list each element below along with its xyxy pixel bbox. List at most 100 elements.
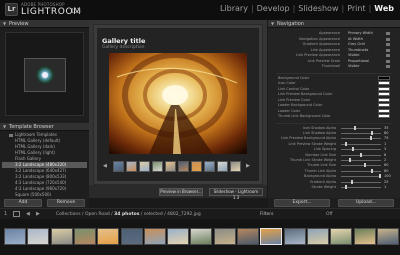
appearance-row[interactable]: Gradient Appearance Grey Grid: [270, 42, 398, 47]
filmstrip-thumbnail[interactable]: [4, 228, 26, 245]
filmstrip-thumbnail[interactable]: [260, 228, 283, 245]
previous-arrow-icon[interactable]: ◀: [103, 163, 107, 169]
gallery-thumbnail[interactable]: [217, 161, 228, 172]
slider-value[interactable]: 1: [384, 184, 386, 190]
slider-knob[interactable]: [345, 184, 347, 189]
upload-button[interactable]: Upload...: [338, 199, 394, 207]
property-value[interactable]: Visible: [348, 53, 359, 58]
page-number[interactable]: 1: [4, 211, 7, 217]
filmstrip-thumbnail[interactable]: [73, 228, 96, 245]
slider-track[interactable]: [341, 165, 381, 167]
filmstrip-thumbnail[interactable]: [283, 228, 306, 245]
property-value[interactable]: Proportional: [348, 59, 369, 64]
gallery-title[interactable]: Gallery title: [102, 37, 145, 45]
slider-knob[interactable]: [364, 163, 366, 168]
template-browser-header[interactable]: ▼ Template Browser: [0, 123, 89, 131]
gallery-thumbnail[interactable]: [230, 161, 241, 172]
appearance-row[interactable]: Link Appearance Thumbnails: [270, 48, 398, 53]
gallery-thumbnail[interactable]: [152, 161, 163, 172]
slider-knob[interactable]: [371, 168, 373, 173]
gallery-thumbnail[interactable]: [139, 161, 150, 172]
module-develop[interactable]: Develop: [257, 4, 290, 13]
navigation-panel-header[interactable]: ▼ Navigation: [268, 20, 400, 28]
slider-knob[interactable]: [349, 157, 351, 162]
filmstrip-thumbnail[interactable]: [330, 228, 353, 245]
slider-track[interactable]: [341, 170, 381, 172]
slider-track[interactable]: [341, 186, 381, 188]
forward-arrow-icon[interactable]: ▶: [36, 211, 40, 217]
property-value[interactable]: Thumbnails: [348, 48, 368, 53]
slider-knob[interactable]: [379, 174, 381, 179]
filmstrip-thumbnail[interactable]: [376, 228, 399, 245]
slider-track[interactable]: [341, 132, 381, 134]
next-arrow-icon[interactable]: ▶: [246, 163, 250, 169]
gallery-thumbnail[interactable]: [204, 161, 215, 172]
gallery-thumbnail[interactable]: [113, 161, 124, 172]
color-swatch[interactable]: [378, 75, 390, 80]
remove-template-button[interactable]: Remove: [47, 199, 85, 207]
gallery-description[interactable]: Gallery description: [102, 45, 144, 50]
slider-track[interactable]: [341, 143, 381, 145]
appearance-row[interactable]: Link Preview Scale Proportional: [270, 59, 398, 64]
filmstrip-thumbnail[interactable]: [306, 228, 329, 245]
filmstrip-thumbnail[interactable]: [353, 228, 376, 245]
gallery-thumbnail[interactable]: [191, 161, 202, 172]
slider-knob[interactable]: [354, 125, 356, 130]
preview-panel-header[interactable]: ▼ Preview: [0, 20, 89, 28]
dropdown-arrow-icon[interactable]: [386, 65, 390, 68]
color-swatch[interactable]: [378, 114, 390, 118]
filmstrip-thumbnail[interactable]: [120, 228, 143, 245]
slider-track[interactable]: [341, 176, 381, 178]
module-slideshow[interactable]: Slideshow: [298, 4, 338, 13]
slider-knob[interactable]: [370, 136, 372, 141]
dropdown-arrow-icon[interactable]: [386, 54, 390, 57]
back-arrow-icon[interactable]: ◀: [26, 211, 30, 217]
grid-view-icon[interactable]: [13, 211, 20, 217]
dropdown-arrow-icon[interactable]: [386, 37, 390, 41]
color-swatch[interactable]: [378, 103, 390, 107]
filmstrip-thumbnail[interactable]: [190, 228, 213, 245]
slider-knob[interactable]: [352, 147, 354, 152]
appearance-row[interactable]: Appearance Primary Width: [270, 31, 398, 36]
filmstrip-thumbnail[interactable]: [213, 228, 236, 245]
property-value[interactable]: Grey Grid: [348, 42, 365, 47]
module-library[interactable]: Library: [220, 4, 248, 13]
color-swatch[interactable]: [378, 97, 390, 102]
property-value[interactable]: Primary Width: [348, 31, 373, 36]
slider-track[interactable]: [341, 181, 381, 183]
filmstrip-thumbnail[interactable]: [50, 228, 73, 245]
slider-knob[interactable]: [345, 141, 347, 146]
slider-track[interactable]: [341, 149, 381, 151]
preview-in-browser-button[interactable]: Preview in Browser...: [159, 188, 203, 196]
slider-knob[interactable]: [351, 179, 353, 184]
slider-track[interactable]: [341, 138, 381, 140]
property-value[interactable]: At Width: [348, 37, 363, 42]
filter-value[interactable]: Off: [326, 212, 333, 217]
export-button[interactable]: Export...: [274, 199, 330, 207]
dropdown-arrow-icon[interactable]: [386, 43, 390, 46]
appearance-row[interactable]: Thumbnail Visible: [270, 64, 398, 69]
slider-knob[interactable]: [371, 130, 373, 135]
add-template-button[interactable]: Add: [4, 199, 42, 207]
filmstrip-thumbnail[interactable]: [27, 228, 50, 245]
module-web[interactable]: Web: [374, 4, 394, 13]
dropdown-arrow-icon[interactable]: [386, 32, 390, 35]
slider-track[interactable]: [341, 127, 381, 129]
slider-knob[interactable]: [360, 152, 362, 157]
appearance-row[interactable]: Navigation Appearance At Width: [270, 37, 398, 42]
color-swatch[interactable]: [378, 108, 390, 113]
color-swatch[interactable]: [378, 86, 390, 91]
slider-track[interactable]: [341, 159, 381, 161]
filmstrip-thumbnail[interactable]: [143, 228, 166, 245]
filmstrip-thumbnail[interactable]: [97, 228, 120, 245]
gallery-thumbnail[interactable]: [126, 161, 137, 172]
property-value[interactable]: Visible: [348, 64, 359, 69]
appearance-row[interactable]: Link Preview Appearance Visible: [270, 53, 398, 58]
dropdown-arrow-icon[interactable]: [386, 48, 390, 52]
dropdown-arrow-icon[interactable]: [386, 59, 390, 63]
gallery-thumbnail[interactable]: [165, 161, 176, 172]
filmstrip-thumbnail[interactable]: [167, 228, 190, 245]
color-swatch[interactable]: [378, 92, 390, 96]
gallery-thumbnail[interactable]: [178, 161, 189, 172]
gallery-main-photo[interactable]: [109, 53, 247, 154]
